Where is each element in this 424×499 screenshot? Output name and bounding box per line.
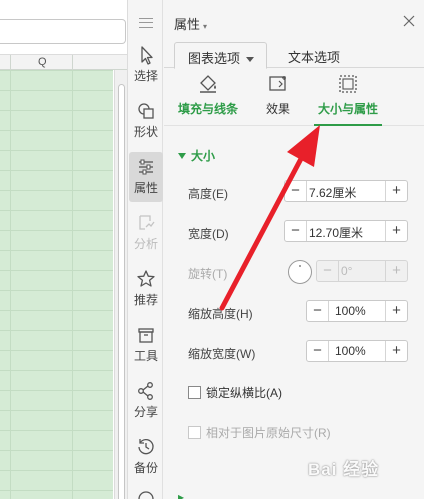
checkbox-label: 相对于图片原始尺寸(R) bbox=[206, 426, 331, 440]
rail-item-analysis[interactable]: 分析 bbox=[129, 208, 163, 258]
tab-text-options[interactable]: 文本选项 bbox=[288, 47, 340, 66]
rail-item-label: 形状 bbox=[133, 125, 158, 139]
rail-item-share[interactable]: 分享 bbox=[129, 376, 163, 426]
scale-height-stepper[interactable]: − 100% + bbox=[306, 300, 408, 322]
shapes-icon bbox=[138, 103, 154, 119]
more-icon[interactable] bbox=[135, 488, 157, 499]
rail-item-label: 分享 bbox=[133, 405, 158, 419]
rail-item-recommend[interactable]: 推荐 bbox=[129, 264, 163, 314]
height-label: 高度(E) bbox=[188, 187, 228, 201]
watermark: Bai 经验 bbox=[308, 455, 379, 480]
panel-title: 属性 bbox=[174, 17, 201, 32]
rotation-stepper: − 0° + bbox=[316, 260, 408, 282]
paint-bucket-icon bbox=[200, 75, 216, 93]
tab-chart-options[interactable]: 图表选项 bbox=[174, 42, 267, 69]
sliders-icon bbox=[139, 159, 153, 175]
width-stepper[interactable]: − 12.70厘米 + bbox=[284, 220, 408, 242]
scrollbar-thumb[interactable] bbox=[118, 84, 125, 499]
rail-grip-icon[interactable] bbox=[139, 18, 153, 28]
analysis-icon bbox=[139, 215, 155, 230]
scale-height-label: 缩放高度(H) bbox=[188, 307, 253, 321]
relative-original-size-checkbox: 相对于图片原始尺寸(R) bbox=[188, 424, 331, 441]
column-separator[interactable] bbox=[72, 55, 73, 71]
share-icon bbox=[138, 382, 153, 400]
tab-label: 文本选项 bbox=[288, 50, 341, 65]
formula-bar-input[interactable] bbox=[0, 19, 126, 44]
resize-frame-icon bbox=[339, 75, 357, 93]
subtab-effect[interactable]: 效果 bbox=[260, 72, 296, 126]
scale-width-label: 缩放宽度(W) bbox=[188, 347, 256, 361]
scale-height-value[interactable]: 100% bbox=[335, 304, 366, 318]
column-header-row: Q bbox=[0, 54, 127, 71]
column-header-q[interactable]: Q bbox=[38, 56, 47, 68]
rail-item-label: 分析 bbox=[133, 237, 158, 251]
checkbox-box bbox=[188, 426, 201, 439]
cursor-icon bbox=[141, 46, 153, 65]
section-header-size[interactable]: 大小 bbox=[178, 147, 215, 164]
scale-height-decrement-button[interactable]: − bbox=[307, 301, 329, 321]
rail-item-label: 备份 bbox=[133, 461, 158, 475]
rail-item-backup[interactable]: 备份 bbox=[129, 432, 163, 482]
panel-tabs: 图表选项 文本选项 bbox=[164, 40, 424, 69]
next-section-header[interactable]: ▸ bbox=[178, 490, 184, 499]
subtab-size-properties[interactable]: 大小与属性 bbox=[314, 72, 382, 126]
rotation-decrement-button: − bbox=[317, 261, 339, 281]
height-increment-button[interactable]: + bbox=[385, 181, 407, 201]
rail-item-label: 选择 bbox=[133, 69, 158, 83]
width-decrement-button[interactable]: − bbox=[285, 221, 307, 241]
rotation-value: 0° bbox=[341, 264, 353, 278]
properties-panel: 属性 ▾ 图表选项 文本选项 填充与线条 效果 大小与属性 大小 高度(E) −… bbox=[164, 0, 424, 499]
cell-grid[interactable] bbox=[0, 70, 113, 499]
toolbox-icon bbox=[138, 328, 154, 343]
rotation-increment-button: + bbox=[385, 261, 407, 281]
watermark-text: Bai 经验 bbox=[308, 460, 380, 479]
rail-item-tools[interactable]: 工具 bbox=[129, 320, 163, 370]
subtab-label: 填充与线条 bbox=[177, 102, 238, 116]
lock-aspect-ratio-checkbox[interactable]: 锁定纵横比(A) bbox=[188, 384, 282, 401]
scale-width-decrement-button[interactable]: − bbox=[307, 341, 329, 361]
close-icon[interactable] bbox=[402, 14, 416, 28]
scale-width-increment-button[interactable]: + bbox=[385, 341, 407, 361]
history-icon bbox=[138, 439, 154, 455]
rotation-label: 旋转(T) bbox=[188, 267, 228, 281]
width-label: 宽度(D) bbox=[188, 227, 229, 241]
scale-height-increment-button[interactable]: + bbox=[385, 301, 407, 321]
scale-width-value[interactable]: 100% bbox=[335, 344, 366, 358]
width-increment-button[interactable]: + bbox=[385, 221, 407, 241]
star-icon bbox=[137, 270, 155, 287]
sub-tabs: 填充与线条 效果 大小与属性 bbox=[164, 72, 424, 126]
spreadsheet-area: Q bbox=[0, 0, 128, 499]
tab-label: 图表选项 bbox=[188, 51, 241, 66]
width-value[interactable]: 12.70厘米 bbox=[309, 224, 363, 241]
checkbox-box[interactable] bbox=[188, 386, 201, 399]
rail-item-label: 工具 bbox=[133, 349, 158, 363]
scale-width-stepper[interactable]: − 100% + bbox=[306, 340, 408, 362]
caret-down-icon: ▾ bbox=[203, 22, 208, 31]
rail-item-label: 推荐 bbox=[133, 293, 158, 307]
height-value[interactable]: 7.62厘米 bbox=[309, 184, 356, 201]
height-decrement-button[interactable]: − bbox=[285, 181, 307, 201]
column-separator[interactable] bbox=[10, 55, 11, 71]
collapse-triangle-icon bbox=[178, 153, 186, 159]
checkbox-label: 锁定纵横比(A) bbox=[206, 386, 282, 400]
vertical-scrollbar[interactable] bbox=[114, 70, 127, 499]
side-tool-rail: 选择 形状 属性 分析 推荐 工具 分享 备份 bbox=[129, 0, 163, 499]
rail-item-properties[interactable]: 属性 bbox=[129, 152, 163, 202]
effect-icon bbox=[269, 76, 286, 91]
subtab-label: 效果 bbox=[265, 102, 290, 116]
rotation-dial bbox=[288, 260, 312, 284]
rail-item-select[interactable]: 选择 bbox=[129, 40, 163, 90]
height-stepper[interactable]: − 7.62厘米 + bbox=[284, 180, 408, 202]
subtab-fill-line[interactable]: 填充与线条 bbox=[176, 72, 240, 126]
panel-title-dropdown[interactable]: 属性 ▾ bbox=[174, 14, 207, 33]
subtab-label: 大小与属性 bbox=[317, 102, 378, 116]
chevron-down-icon bbox=[246, 57, 255, 63]
rail-item-shapes[interactable]: 形状 bbox=[129, 96, 163, 146]
section-title: 大小 bbox=[191, 149, 216, 163]
rail-item-label: 属性 bbox=[133, 181, 158, 195]
